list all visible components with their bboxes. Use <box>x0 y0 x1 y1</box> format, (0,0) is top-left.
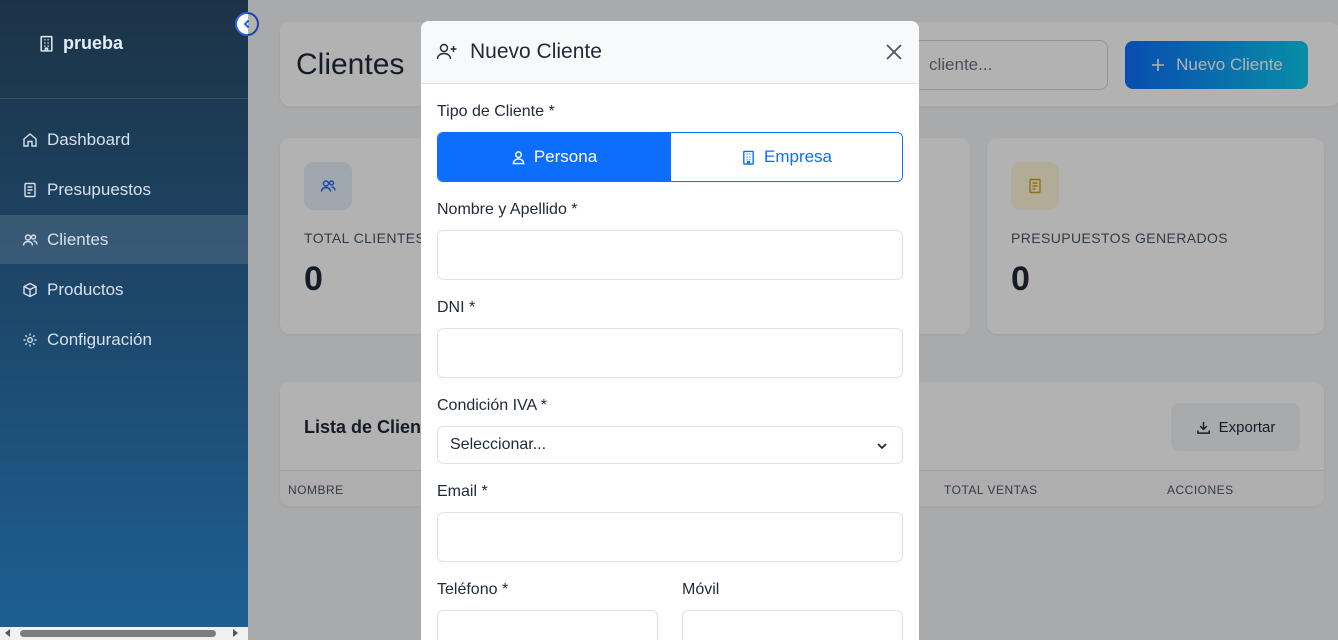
scroll-left-icon[interactable] <box>5 629 10 637</box>
sidebar-item-productos[interactable]: Productos <box>0 265 248 314</box>
home-icon <box>23 132 37 147</box>
box-icon <box>23 282 37 297</box>
document-icon <box>24 182 36 197</box>
building-icon <box>743 150 754 165</box>
mobile-label: Móvil <box>682 581 720 598</box>
gear-icon <box>23 333 37 346</box>
type-option-persona[interactable]: Persona <box>438 133 670 181</box>
mobile-field[interactable] <box>682 610 903 640</box>
iva-select-value: Seleccionar... <box>450 436 547 453</box>
dni-label: DNI * <box>437 299 476 316</box>
name-field[interactable] <box>437 230 903 280</box>
phone-label: Teléfono * <box>437 581 509 598</box>
sidebar-item-clientes[interactable]: Clientes <box>0 215 248 264</box>
users-icon <box>22 233 38 246</box>
horizontal-scrollbar[interactable] <box>0 627 248 640</box>
sidebar-item-label: Productos <box>47 279 124 299</box>
client-type-toggle: Persona Empresa <box>437 132 903 182</box>
chevron-down-icon <box>877 443 887 450</box>
phone-field[interactable] <box>437 610 658 640</box>
client-type-label: Tipo de Cliente * <box>437 103 555 120</box>
close-icon[interactable] <box>884 42 904 62</box>
sidebar-item-presupuestos[interactable]: Presupuestos <box>0 165 248 214</box>
type-option-label: Empresa <box>763 147 833 166</box>
sidebar-divider <box>0 98 248 99</box>
new-client-modal: Nuevo Cliente Tipo de Cliente * Persona … <box>421 21 919 640</box>
sidebar-item-dashboard[interactable]: Dashboard <box>0 115 248 164</box>
type-option-empresa[interactable]: Empresa <box>670 133 902 181</box>
scrollbar-thumb[interactable] <box>20 630 216 637</box>
sidebar-item-label: Dashboard <box>47 129 131 149</box>
iva-label: Condición IVA * <box>437 397 547 414</box>
type-option-label: Persona <box>533 147 598 166</box>
sidebar-item-configuracion[interactable]: Configuración <box>0 315 248 364</box>
person-icon <box>512 150 525 164</box>
building-icon <box>40 35 53 52</box>
name-label: Nombre y Apellido * <box>437 201 578 218</box>
email-label: Email * <box>437 483 488 500</box>
email-field[interactable] <box>437 512 903 562</box>
brand-name: prueba <box>63 33 124 53</box>
modal-header: Nuevo Cliente <box>421 21 919 84</box>
modal-title: Nuevo Cliente <box>470 40 602 63</box>
sidebar-item-label: Presupuestos <box>47 179 151 199</box>
scroll-right-icon[interactable] <box>233 629 238 637</box>
sidebar: prueba Dashboard Presupuestos Clientes P… <box>0 0 259 627</box>
sidebar-item-label: Configuración <box>47 329 152 349</box>
iva-select[interactable]: Seleccionar... <box>437 426 903 464</box>
sidebar-item-label: Clientes <box>47 229 109 249</box>
sidebar-nav: Dashboard Presupuestos Clientes Producto… <box>0 115 248 365</box>
brand[interactable]: prueba <box>38 33 123 54</box>
dni-field[interactable] <box>437 328 903 378</box>
user-plus-icon <box>436 43 457 60</box>
